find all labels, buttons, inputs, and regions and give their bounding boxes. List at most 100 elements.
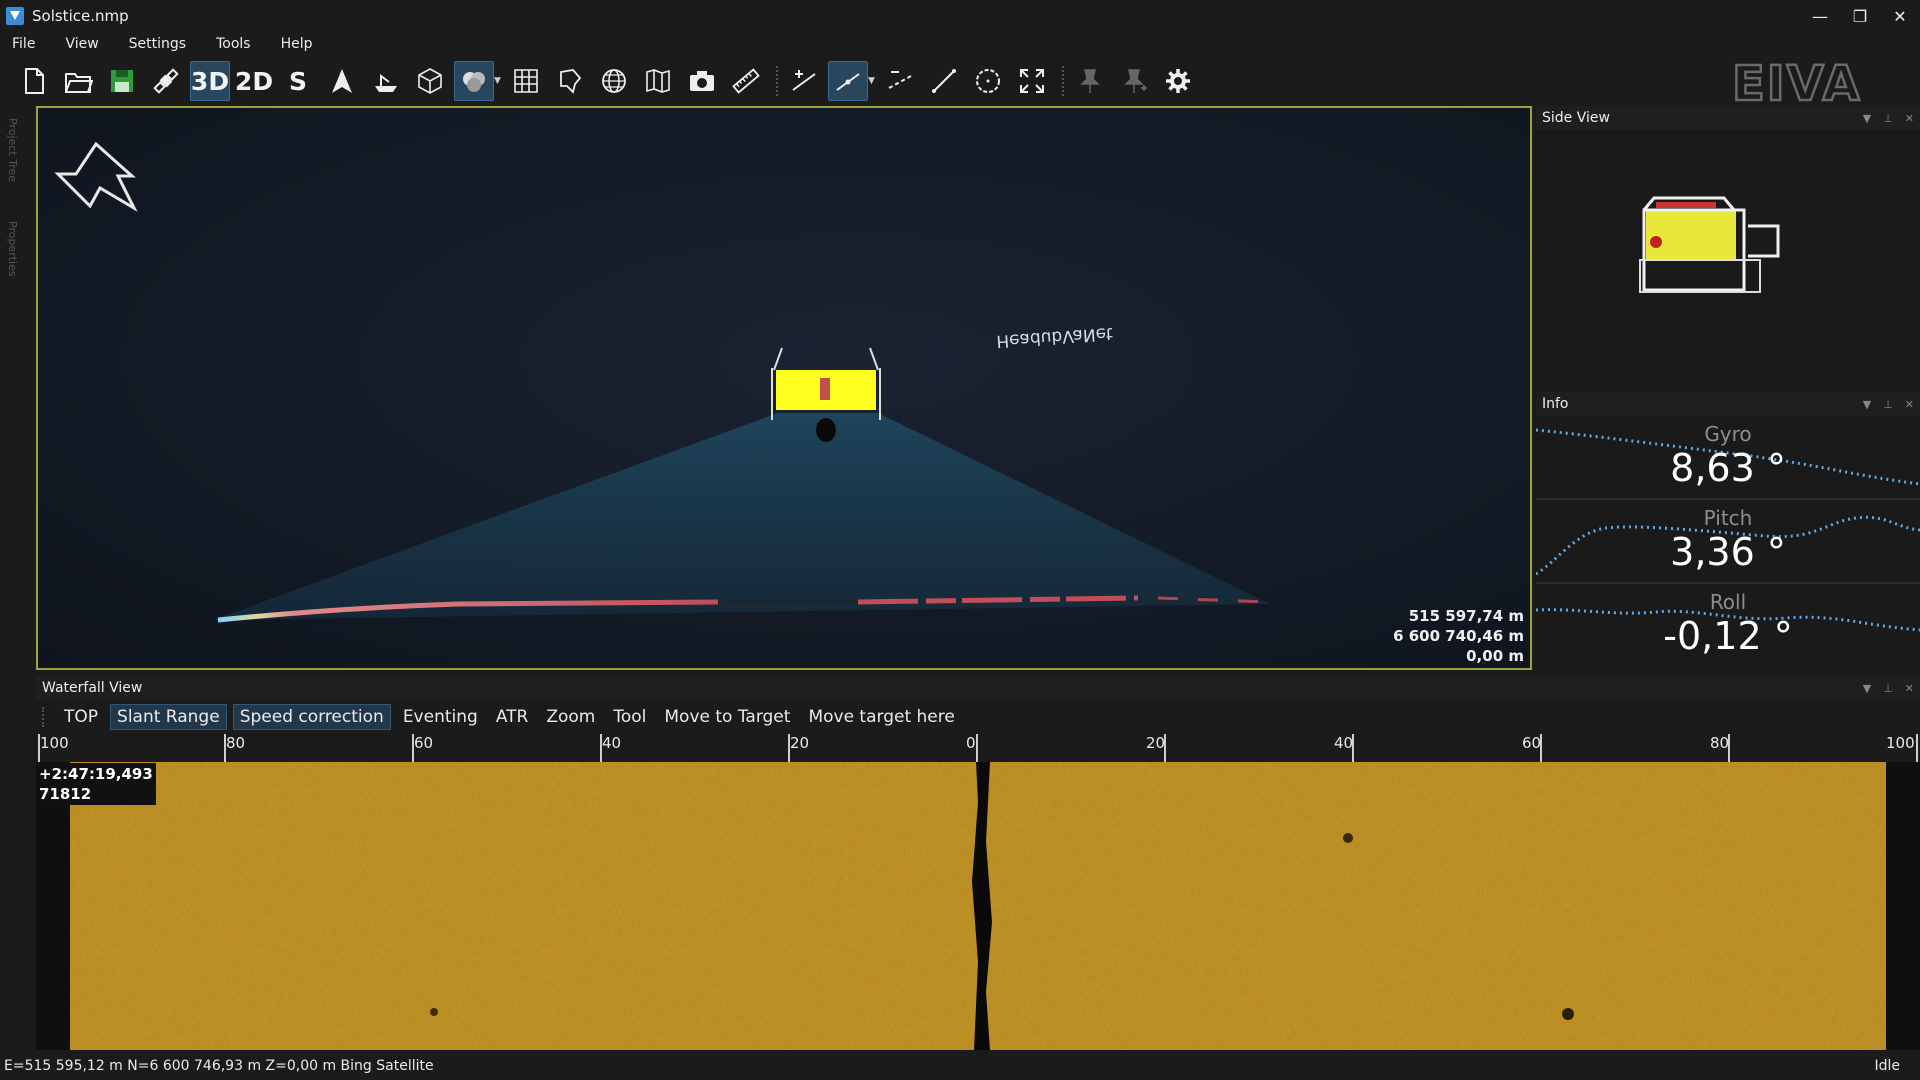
mode-2d-button[interactable]: 2D (234, 61, 274, 101)
folder-open-icon (65, 73, 93, 93)
sonar-beam-cone (213, 413, 1270, 620)
close-icon[interactable]: ✕ (1905, 398, 1914, 411)
route-dropdown-caret[interactable]: ▼ (868, 76, 876, 86)
pin-icon[interactable]: ⊥ (1883, 398, 1893, 411)
menu-file[interactable]: File (8, 36, 39, 52)
roll-gauge: Roll -0,12 ° (1536, 586, 1920, 668)
shape-button[interactable] (550, 61, 590, 101)
wireframe-cube-icon (418, 68, 442, 94)
info-panel: Gyro 8,63 ° Pitch 3,36 ° Roll -0,12 ° (1536, 418, 1920, 670)
close-button[interactable]: ✕ (1880, 0, 1920, 32)
satellite-button[interactable] (146, 61, 186, 101)
gyro-value: 8,63 ° (1670, 446, 1786, 490)
ruler-label: 80 (1710, 734, 1730, 752)
pin-icon[interactable]: ⊥ (1883, 682, 1893, 695)
ruler-label: 100 (40, 734, 69, 752)
waterfall-atr-button[interactable]: ATR (490, 705, 535, 729)
waterfall-zoom-button[interactable]: Zoom (540, 705, 601, 729)
ruler-label: 40 (602, 734, 622, 752)
dropdown-icon[interactable]: ▼ (1863, 682, 1871, 695)
camera-icon (690, 71, 714, 91)
ruler-label: 20 (1146, 734, 1166, 752)
waterfall-tool-button[interactable]: Tool (607, 705, 652, 729)
side-view-vehicle (1639, 196, 1780, 293)
vessel-button[interactable] (366, 61, 406, 101)
project-tree-tab[interactable]: Project Tree (6, 118, 19, 182)
left-dock-strip: Project Tree Properties (0, 106, 34, 1056)
range-ruler[interactable]: 100 80 60 40 20 0 20 40 60 80 100 (36, 732, 1920, 762)
maximize-button[interactable]: ❐ (1840, 0, 1880, 32)
gyro-gauge: Gyro 8,63 ° (1536, 418, 1920, 500)
dropdown-icon[interactable]: ▼ (1863, 112, 1871, 125)
window-controls: — ❐ ✕ (1800, 0, 1920, 32)
mode-s-button[interactable]: S (278, 61, 318, 101)
grid-icon (514, 69, 538, 93)
depth-value: 0,00 m (1466, 647, 1524, 665)
pin-icon (1080, 69, 1100, 93)
expand-arrows-icon (1020, 69, 1044, 93)
save-button[interactable] (102, 61, 142, 101)
dropdown-icon[interactable]: ▼ (1863, 398, 1871, 411)
ruler-tick (1916, 734, 1918, 762)
properties-tab[interactable]: Properties (6, 221, 19, 277)
open-folder-button[interactable] (58, 61, 98, 101)
menu-help[interactable]: Help (277, 36, 317, 52)
info-title: Info (1542, 396, 1569, 412)
waterfall-top-button[interactable]: TOP (58, 705, 104, 729)
settings-button[interactable] (1158, 61, 1198, 101)
gear-icon (1166, 69, 1190, 93)
measure-button[interactable] (726, 61, 766, 101)
pin-icon[interactable]: ⊥ (1883, 112, 1893, 125)
waterfall-move-to-target-button[interactable]: Move to Target (658, 705, 796, 729)
roll-value: -0,12 ° (1663, 614, 1793, 658)
distance-tool-button[interactable] (924, 61, 964, 101)
window-title: Solstice.nmp (32, 7, 129, 25)
route-tool-button[interactable] (828, 61, 868, 101)
cursor-position-status: E=515 595,12 m N=6 600 746,93 m Z=0,00 m… (4, 1058, 434, 1074)
pin-add-disabled-button[interactable] (1114, 61, 1154, 101)
waterfall-move-target-here-button[interactable]: Move target here (802, 705, 960, 729)
compass-arrow-icon (54, 141, 138, 212)
menu-tools[interactable]: Tools (212, 36, 255, 52)
track-tool-button[interactable] (880, 61, 920, 101)
toolbar-grip[interactable] (42, 707, 48, 727)
new-file-button[interactable] (14, 61, 54, 101)
layers-button[interactable] (454, 61, 494, 101)
waterfall-header: Waterfall View ▼ ⊥ ✕ (36, 676, 1920, 700)
map-button[interactable] (638, 61, 678, 101)
info-controls: ▼ ⊥ ✕ (1863, 392, 1914, 416)
status-bar: E=515 595,12 m N=6 600 746,93 m Z=0,00 m… (0, 1052, 1920, 1080)
dashed-circle-icon (976, 69, 1000, 93)
toolbar-separator (1062, 66, 1064, 96)
3d-scene: HeadubVaNet (54, 141, 1270, 623)
waterfall-slant-range-button[interactable]: Slant Range (110, 704, 227, 730)
waterfall-speed-correction-button[interactable]: Speed correction (232, 704, 391, 730)
screenshot-button[interactable] (682, 61, 722, 101)
ping-number: 71812 (39, 785, 92, 803)
north-arrow-button[interactable] (322, 61, 362, 101)
northing-value: 6 600 740,46 m (1393, 627, 1524, 645)
cube-button[interactable] (410, 61, 450, 101)
minimize-button[interactable]: — (1800, 0, 1840, 32)
mode-3d-button[interactable]: 3D (190, 61, 230, 101)
layers-dropdown-caret[interactable]: ▼ (494, 76, 502, 86)
close-icon[interactable]: ✕ (1905, 682, 1914, 695)
satellite-icon (153, 68, 179, 94)
grid-button[interactable] (506, 61, 546, 101)
menu-view[interactable]: View (61, 36, 102, 52)
pitch-label: Pitch (1703, 506, 1753, 530)
close-icon[interactable]: ✕ (1905, 112, 1914, 125)
roll-label: Roll (1709, 590, 1747, 614)
fit-extent-button[interactable] (1012, 61, 1052, 101)
circle-tool-button[interactable] (968, 61, 1008, 101)
pin-disabled-button[interactable] (1070, 61, 1110, 101)
line-tool-button[interactable] (784, 61, 824, 101)
sidescan-waterfall-image[interactable] (36, 762, 1920, 1050)
globe-icon (602, 69, 626, 93)
globe-button[interactable] (594, 61, 634, 101)
vessel-icon (375, 74, 397, 92)
waterfall-eventing-button[interactable]: Eventing (397, 705, 484, 729)
3d-view[interactable]: HeadubVaNet 515 597,74 m 6 600 740,46 m … (36, 106, 1532, 670)
save-icon (111, 70, 133, 92)
menu-settings[interactable]: Settings (125, 36, 190, 52)
